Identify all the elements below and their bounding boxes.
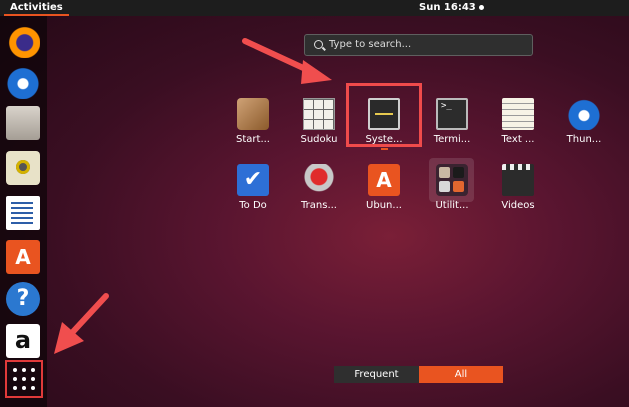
grid-dot	[13, 386, 17, 390]
text-editor-icon	[502, 98, 534, 130]
firefox-icon[interactable]	[6, 24, 40, 58]
thunderbird-icon[interactable]	[6, 65, 40, 99]
search-placeholder: Type to search...	[329, 39, 412, 50]
app-label: To Do	[239, 200, 267, 211]
todo-icon: ✔	[237, 164, 269, 196]
running-indicator	[381, 148, 388, 150]
arrow-to-show-apps-icon	[54, 293, 109, 354]
app-ubuntu-software[interactable]: A Ubun...	[352, 156, 416, 220]
grid-dot	[31, 377, 35, 381]
app-label: Ubun...	[366, 200, 402, 211]
tab-frequent[interactable]: Frequent	[334, 366, 419, 383]
app-label: Text ...	[501, 134, 535, 145]
writer-icon[interactable]	[6, 196, 40, 230]
activities-button[interactable]: Activities	[4, 0, 69, 16]
app-thunderbird[interactable]: Thun...	[552, 90, 616, 154]
clock[interactable]: Sun 16:43	[419, 0, 484, 16]
thunderbird-icon	[568, 98, 600, 130]
app-startup-disk[interactable]: Start...	[221, 90, 285, 154]
app-label: Trans...	[301, 200, 337, 211]
grid-dot	[31, 386, 35, 390]
view-switcher: Frequent All	[334, 366, 503, 383]
app-label: Thun...	[566, 134, 602, 145]
rhythmbox-icon[interactable]	[6, 151, 40, 185]
app-label: Sudoku	[300, 134, 338, 145]
annotation-highlight-box	[346, 83, 422, 147]
app-label: Videos	[501, 200, 535, 211]
sudoku-icon	[303, 98, 335, 130]
app-transmission[interactable]: Trans...	[287, 156, 351, 220]
top-bar: Activities Sun 16:43	[0, 0, 629, 16]
utilities-icon	[436, 164, 468, 196]
ubuntu-software-icon: A	[368, 164, 400, 196]
startup-disk-icon	[237, 98, 269, 130]
search-input[interactable]: Type to search...	[304, 34, 533, 56]
app-label: Start...	[236, 134, 270, 145]
app-terminal[interactable]: >_ Termi...	[420, 90, 484, 154]
videos-icon	[502, 164, 534, 196]
files-icon[interactable]	[6, 106, 40, 140]
grid-dot	[22, 377, 26, 381]
app-label: Termi...	[433, 134, 471, 145]
app-utilities[interactable]: Utilit...	[420, 156, 484, 220]
app-videos[interactable]: Videos	[486, 156, 550, 220]
terminal-icon: >_	[436, 98, 468, 130]
amazon-icon[interactable]: a	[6, 324, 40, 358]
app-text-editor[interactable]: Text ...	[486, 90, 550, 154]
search-icon	[314, 40, 323, 49]
show-applications-button[interactable]	[5, 360, 43, 398]
software-icon[interactable]: A	[6, 240, 40, 274]
clock-label: Sun 16:43	[419, 2, 476, 13]
grid-dot	[13, 377, 17, 381]
grid-dot	[22, 386, 26, 390]
status-dot-icon	[478, 4, 484, 10]
grid-dot	[31, 368, 35, 372]
app-todo[interactable]: ✔ To Do	[221, 156, 285, 220]
transmission-icon	[303, 164, 335, 196]
app-sudoku[interactable]: Sudoku	[287, 90, 351, 154]
help-icon[interactable]: ?	[6, 282, 40, 316]
grid-dot	[13, 368, 17, 372]
app-label: Utilit...	[435, 200, 469, 211]
dock: A ? a	[0, 16, 47, 407]
tab-all[interactable]: All	[419, 366, 503, 383]
grid-dot	[22, 368, 26, 372]
